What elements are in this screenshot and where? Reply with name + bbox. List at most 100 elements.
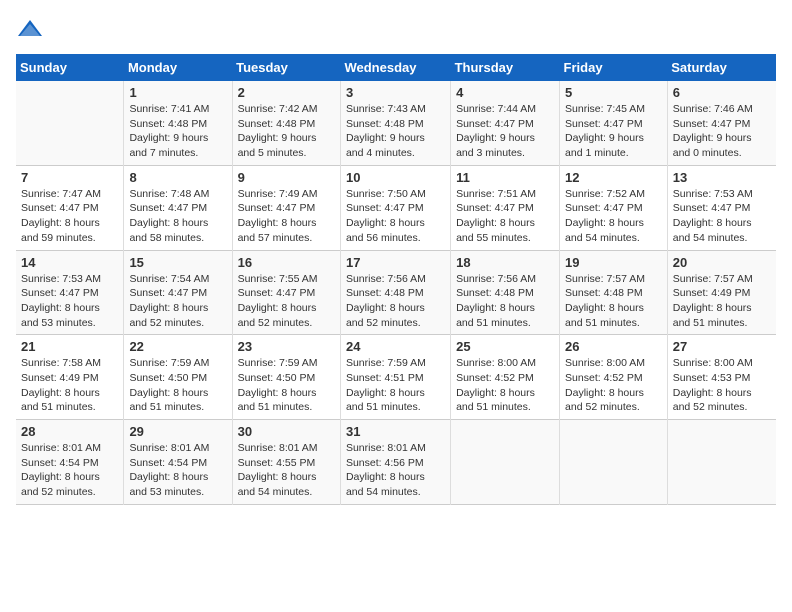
calendar-cell: 20 Sunrise: 7:57 AM Sunset: 4:49 PM Dayli… [667,250,776,335]
day-number: 26 [565,339,662,354]
calendar-cell: 1Sunrise: 7:41 AM Sunset: 4:48 PM Daylig… [124,81,232,165]
calendar-cell: 30 Sunrise: 8:01 AM Sunset: 4:55 PM Dayli… [232,420,340,505]
day-info: Sunrise: 8:01 AM Sunset: 4:56 PM Dayligh… [346,441,445,500]
day-info: Sunrise: 7:43 AM Sunset: 4:48 PM Dayligh… [346,102,445,161]
day-info: Sunrise: 7:56 AM Sunset: 4:48 PM Dayligh… [346,272,445,331]
day-number: 19 [565,255,662,270]
calendar-cell: 9 Sunrise: 7:49 AM Sunset: 4:47 PM Daylig… [232,165,340,250]
calendar-cell: 11Sunrise: 7:51 AM Sunset: 4:47 PM Dayli… [451,165,560,250]
day-info: Sunrise: 7:41 AM Sunset: 4:48 PM Dayligh… [129,102,226,161]
calendar-cell: 28 Sunrise: 8:01 AM Sunset: 4:54 PM Dayli… [16,420,124,505]
calendar-cell: 21 Sunrise: 7:58 AM Sunset: 4:49 PM Dayli… [16,335,124,420]
day-number: 10 [346,170,445,185]
day-info: Sunrise: 7:57 AM Sunset: 4:48 PM Dayligh… [565,272,662,331]
day-header-thursday: Thursday [451,54,560,81]
day-number: 4 [456,85,554,100]
day-info: Sunrise: 7:45 AM Sunset: 4:47 PM Dayligh… [565,102,662,161]
calendar-table: SundayMondayTuesdayWednesdayThursdayFrid… [16,54,776,505]
week-row-3: 14Sunrise: 7:53 AM Sunset: 4:47 PM Dayli… [16,250,776,335]
day-info: Sunrise: 8:01 AM Sunset: 4:55 PM Dayligh… [238,441,335,500]
day-info: Sunrise: 7:44 AM Sunset: 4:47 PM Dayligh… [456,102,554,161]
calendar-cell: 3 Sunrise: 7:43 AM Sunset: 4:48 PM Daylig… [340,81,450,165]
day-info: Sunrise: 7:59 AM Sunset: 4:50 PM Dayligh… [238,356,335,415]
page-header [16,16,776,44]
calendar-cell [16,81,124,165]
day-info: Sunrise: 7:53 AM Sunset: 4:47 PM Dayligh… [21,272,118,331]
day-number: 3 [346,85,445,100]
week-row-4: 21 Sunrise: 7:58 AM Sunset: 4:49 PM Dayli… [16,335,776,420]
day-info: Sunrise: 7:59 AM Sunset: 4:51 PM Dayligh… [346,356,445,415]
week-row-1: 1Sunrise: 7:41 AM Sunset: 4:48 PM Daylig… [16,81,776,165]
day-info: Sunrise: 8:01 AM Sunset: 4:54 PM Dayligh… [21,441,118,500]
day-number: 27 [673,339,771,354]
day-info: Sunrise: 7:59 AM Sunset: 4:50 PM Dayligh… [129,356,226,415]
day-header-wednesday: Wednesday [340,54,450,81]
day-info: Sunrise: 7:42 AM Sunset: 4:48 PM Dayligh… [238,102,335,161]
day-number: 13 [673,170,771,185]
day-number: 15 [129,255,226,270]
day-number: 16 [238,255,335,270]
day-number: 8 [129,170,226,185]
day-info: Sunrise: 7:48 AM Sunset: 4:47 PM Dayligh… [129,187,226,246]
day-number: 6 [673,85,771,100]
day-info: Sunrise: 7:55 AM Sunset: 4:47 PM Dayligh… [238,272,335,331]
day-info: Sunrise: 7:46 AM Sunset: 4:47 PM Dayligh… [673,102,771,161]
calendar-cell: 24 Sunrise: 7:59 AM Sunset: 4:51 PM Dayli… [340,335,450,420]
logo-icon [16,16,44,44]
day-header-tuesday: Tuesday [232,54,340,81]
day-number: 22 [129,339,226,354]
day-info: Sunrise: 7:54 AM Sunset: 4:47 PM Dayligh… [129,272,226,331]
day-info: Sunrise: 8:00 AM Sunset: 4:52 PM Dayligh… [456,356,554,415]
day-number: 23 [238,339,335,354]
logo [16,16,48,44]
calendar-cell: 5 Sunrise: 7:45 AM Sunset: 4:47 PM Daylig… [560,81,668,165]
day-info: Sunrise: 7:49 AM Sunset: 4:47 PM Dayligh… [238,187,335,246]
calendar-cell: 14Sunrise: 7:53 AM Sunset: 4:47 PM Dayli… [16,250,124,335]
day-number: 7 [21,170,118,185]
day-info: Sunrise: 7:47 AM Sunset: 4:47 PM Dayligh… [21,187,118,246]
day-number: 17 [346,255,445,270]
day-info: Sunrise: 7:52 AM Sunset: 4:47 PM Dayligh… [565,187,662,246]
day-info: Sunrise: 7:50 AM Sunset: 4:47 PM Dayligh… [346,187,445,246]
day-number: 28 [21,424,118,439]
day-number: 9 [238,170,335,185]
calendar-cell [667,420,776,505]
calendar-cell: 17 Sunrise: 7:56 AM Sunset: 4:48 PM Dayli… [340,250,450,335]
day-header-saturday: Saturday [667,54,776,81]
day-number: 24 [346,339,445,354]
calendar-cell: 22 Sunrise: 7:59 AM Sunset: 4:50 PM Dayli… [124,335,232,420]
calendar-cell [560,420,668,505]
day-header-friday: Friday [560,54,668,81]
calendar-cell: 27Sunrise: 8:00 AM Sunset: 4:53 PM Dayli… [667,335,776,420]
calendar-cell: 13 Sunrise: 7:53 AM Sunset: 4:47 PM Dayli… [667,165,776,250]
calendar-cell: 12Sunrise: 7:52 AM Sunset: 4:47 PM Dayli… [560,165,668,250]
calendar-cell: 25 Sunrise: 8:00 AM Sunset: 4:52 PM Dayli… [451,335,560,420]
day-number: 5 [565,85,662,100]
calendar-cell: 6 Sunrise: 7:46 AM Sunset: 4:47 PM Daylig… [667,81,776,165]
day-info: Sunrise: 8:00 AM Sunset: 4:52 PM Dayligh… [565,356,662,415]
day-number: 30 [238,424,335,439]
day-number: 18 [456,255,554,270]
calendar-cell: 10 Sunrise: 7:50 AM Sunset: 4:47 PM Dayli… [340,165,450,250]
day-info: Sunrise: 7:53 AM Sunset: 4:47 PM Dayligh… [673,187,771,246]
calendar-cell: 31Sunrise: 8:01 AM Sunset: 4:56 PM Dayli… [340,420,450,505]
day-header-monday: Monday [124,54,232,81]
day-number: 25 [456,339,554,354]
week-row-2: 7 Sunrise: 7:47 AM Sunset: 4:47 PM Daylig… [16,165,776,250]
day-number: 2 [238,85,335,100]
day-number: 29 [129,424,226,439]
day-info: Sunrise: 7:56 AM Sunset: 4:48 PM Dayligh… [456,272,554,331]
calendar-cell: 15 Sunrise: 7:54 AM Sunset: 4:47 PM Dayli… [124,250,232,335]
day-info: Sunrise: 7:57 AM Sunset: 4:49 PM Dayligh… [673,272,771,331]
calendar-cell: 18 Sunrise: 7:56 AM Sunset: 4:48 PM Dayli… [451,250,560,335]
calendar-cell [451,420,560,505]
day-number: 20 [673,255,771,270]
calendar-cell: 2 Sunrise: 7:42 AM Sunset: 4:48 PM Daylig… [232,81,340,165]
day-number: 11 [456,170,554,185]
day-number: 21 [21,339,118,354]
day-info: Sunrise: 8:01 AM Sunset: 4:54 PM Dayligh… [129,441,226,500]
calendar-cell: 26 Sunrise: 8:00 AM Sunset: 4:52 PM Dayli… [560,335,668,420]
day-info: Sunrise: 7:58 AM Sunset: 4:49 PM Dayligh… [21,356,118,415]
calendar-cell: 23 Sunrise: 7:59 AM Sunset: 4:50 PM Dayli… [232,335,340,420]
week-row-5: 28 Sunrise: 8:01 AM Sunset: 4:54 PM Dayli… [16,420,776,505]
